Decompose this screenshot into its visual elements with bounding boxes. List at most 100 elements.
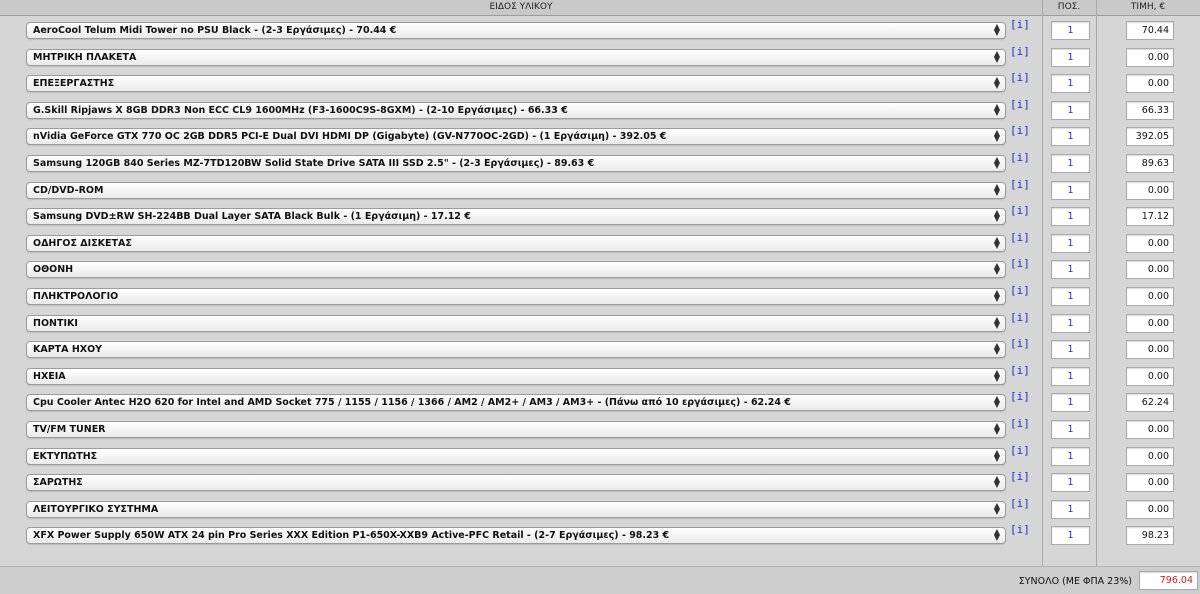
quantity-input[interactable]: 1 <box>1051 21 1090 40</box>
info-link[interactable]: [i] <box>1010 257 1030 270</box>
quantity-input[interactable]: 1 <box>1051 233 1090 253</box>
total-bar: ΣΥΝΟΛΟ (ΜΕ ΦΠΑ 23%) 796.04 <box>0 567 1200 594</box>
updown-arrows-icon: ▲ ▼ <box>993 208 1000 224</box>
info-link[interactable]: [i] <box>1010 444 1030 457</box>
component-select[interactable]: ΗΧΕΙΑ ▲ ▼ <box>26 367 1006 385</box>
price-field: 0.00 <box>1126 473 1174 493</box>
component-row: CD/DVD-ROM ▲ ▼ [i] 1 0.00 <box>0 177 1200 204</box>
component-select[interactable]: ΕΚΤΥΠΩΤΗΣ ▲ ▼ <box>26 447 1006 465</box>
info-link[interactable]: [i] <box>1010 390 1030 403</box>
updown-arrows-icon: ▲ ▼ <box>993 234 1000 250</box>
info-link[interactable]: [i] <box>1010 231 1030 244</box>
component-select[interactable]: ΛΕΙΤΟΥΡΓΙΚΟ ΣΥΣΤΗΜΑ ▲ ▼ <box>26 500 1006 518</box>
info-link[interactable]: [i] <box>1010 284 1030 297</box>
price-field: 17.12 <box>1126 207 1174 227</box>
component-select-value: TV/FM TUNER <box>33 424 106 435</box>
component-select[interactable]: G.Skill Ripjaws X 8GB DDR3 Non ECC CL9 1… <box>26 101 1006 119</box>
updown-arrows-icon: ▲ ▼ <box>993 500 1000 516</box>
quantity-input[interactable]: 1 <box>1051 446 1090 466</box>
component-select[interactable]: ΕΠΕΞΕΡΓΑΣΤΗΣ ▲ ▼ <box>26 75 1006 93</box>
component-select-value: ΗΧΕΙΑ <box>33 370 66 382</box>
component-select-value: ΚΑΡΤΑ ΗΧΟΥ <box>33 344 103 356</box>
component-row: ΚΑΡΤΑ ΗΧΟΥ ▲ ▼ [i] 1 0.00 <box>0 336 1200 363</box>
quantity-input[interactable]: 1 <box>1051 260 1090 280</box>
quantity-input[interactable]: 1 <box>1051 393 1090 413</box>
component-select-value: ΛΕΙΤΟΥΡΓΙΚΟ ΣΥΣΤΗΜΑ <box>33 503 159 515</box>
component-select[interactable]: Samsung 120GB 840 Series MZ-7TD120BW Sol… <box>26 155 1006 172</box>
info-link[interactable]: [i] <box>1010 311 1030 324</box>
quantity-input[interactable]: 1 <box>1051 420 1090 439</box>
updown-arrows-icon: ▲ ▼ <box>993 101 1000 117</box>
quantity-input[interactable]: 1 <box>1051 526 1090 546</box>
info-link[interactable]: [i] <box>1010 178 1030 191</box>
info-link[interactable]: [i] <box>1010 337 1030 350</box>
info-link[interactable]: [i] <box>1010 45 1030 58</box>
component-select[interactable]: CD/DVD-ROM ▲ ▼ <box>26 181 1006 199</box>
quantity-input[interactable]: 1 <box>1051 47 1090 67</box>
component-select[interactable]: ΣΑΡΩΤΗΣ ▲ ▼ <box>26 474 1006 492</box>
component-select[interactable]: ΟΔΗΓΟΣ ΔΙΣΚΕΤΑΣ ▲ ▼ <box>26 234 1006 252</box>
total-value-field: 796.04 <box>1139 571 1198 590</box>
price-field: 0.00 <box>1126 260 1174 280</box>
quantity-input[interactable]: 1 <box>1051 207 1090 227</box>
info-link[interactable]: [i] <box>1010 18 1030 31</box>
price-field: 66.33 <box>1126 100 1174 120</box>
component-select[interactable]: ΠΟΝΤΙΚΙ ▲ ▼ <box>26 314 1006 332</box>
component-select-value: G.Skill Ripjaws X 8GB DDR3 Non ECC CL9 1… <box>33 104 568 116</box>
updown-arrows-icon: ▲ ▼ <box>993 341 1000 357</box>
component-select[interactable]: TV/FM TUNER ▲ ▼ <box>26 421 1006 438</box>
quantity-input[interactable]: 1 <box>1051 127 1090 147</box>
component-select[interactable]: XFX Power Supply 650W ATX 24 pin Pro Ser… <box>26 527 1006 545</box>
component-select-value: Cpu Cooler Antec H2O 620 for Intel and A… <box>33 397 791 409</box>
updown-arrows-icon: ▲ ▼ <box>993 474 1000 490</box>
quantity-input[interactable]: 1 <box>1051 340 1090 360</box>
price-field: 89.63 <box>1126 154 1174 173</box>
quantity-input[interactable]: 1 <box>1051 180 1090 200</box>
component-select[interactable]: AeroCool Telum Midi Tower no PSU Black -… <box>26 22 1006 39</box>
component-select-value: ΣΑΡΩΤΗΣ <box>33 477 83 489</box>
component-select[interactable]: ΜΗΤΡΙΚΗ ΠΛΑΚΕΤΑ ▲ ▼ <box>26 48 1006 66</box>
info-link[interactable]: [i] <box>1010 71 1030 84</box>
quantity-input[interactable]: 1 <box>1051 100 1090 120</box>
updown-arrows-icon: ▲ ▼ <box>993 394 1000 410</box>
component-select-value: Samsung DVD±RW SH-224BB Dual Layer SATA … <box>33 211 471 223</box>
quantity-input[interactable]: 1 <box>1051 499 1090 519</box>
component-row: ΕΠΕΞΕΡΓΑΣΤΗΣ ▲ ▼ [i] 1 0.00 <box>0 70 1200 97</box>
updown-arrows-icon: ▲ ▼ <box>993 48 1000 64</box>
component-select[interactable]: ΠΛΗΚΤΡΟΛΟΓΙΟ ▲ ▼ <box>26 288 1006 305</box>
info-link[interactable]: [i] <box>1010 364 1030 377</box>
quantity-input[interactable]: 1 <box>1051 313 1090 333</box>
info-link[interactable]: [i] <box>1010 124 1030 137</box>
price-field: 0.00 <box>1126 446 1174 466</box>
component-row: ΟΔΗΓΟΣ ΔΙΣΚΕΤΑΣ ▲ ▼ [i] 1 0.00 <box>0 230 1200 257</box>
quantity-input[interactable]: 1 <box>1051 473 1090 493</box>
updown-arrows-icon: ▲ ▼ <box>993 288 1000 303</box>
component-select[interactable]: ΚΑΡΤΑ ΗΧΟΥ ▲ ▼ <box>26 341 1006 359</box>
component-row: XFX Power Supply 650W ATX 24 pin Pro Ser… <box>0 522 1200 549</box>
info-link[interactable]: [i] <box>1010 523 1030 536</box>
updown-arrows-icon: ▲ ▼ <box>993 367 1000 383</box>
quantity-input[interactable]: 1 <box>1051 287 1090 306</box>
info-link[interactable]: [i] <box>1010 98 1030 111</box>
component-row: ΕΚΤΥΠΩΤΗΣ ▲ ▼ [i] 1 0.00 <box>0 443 1200 470</box>
info-link[interactable]: [i] <box>1010 470 1030 483</box>
component-select[interactable]: ΟΘΟΝΗ ▲ ▼ <box>26 261 1006 279</box>
price-field: 0.00 <box>1126 233 1174 253</box>
quantity-input[interactable]: 1 <box>1051 74 1090 94</box>
quantity-input[interactable]: 1 <box>1051 366 1090 386</box>
updown-arrows-icon: ▲ ▼ <box>993 75 1000 91</box>
info-link[interactable]: [i] <box>1010 151 1030 164</box>
updown-arrows-icon: ▲ ▼ <box>993 421 1000 436</box>
component-select[interactable]: Cpu Cooler Antec H2O 620 for Intel and A… <box>26 394 1006 412</box>
component-select[interactable]: Samsung DVD±RW SH-224BB Dual Layer SATA … <box>26 208 1006 226</box>
updown-arrows-icon: ▲ ▼ <box>993 314 1000 330</box>
price-field: 0.00 <box>1126 366 1174 386</box>
quantity-input[interactable]: 1 <box>1051 154 1090 173</box>
updown-arrows-icon: ▲ ▼ <box>993 155 1000 170</box>
info-link[interactable]: [i] <box>1010 497 1030 510</box>
info-link[interactable]: [i] <box>1010 204 1030 217</box>
component-row: Samsung DVD±RW SH-224BB Dual Layer SATA … <box>0 203 1200 230</box>
info-link[interactable]: [i] <box>1010 417 1030 430</box>
component-select[interactable]: nVidia GeForce GTX 770 OC 2GB DDR5 PCI-E… <box>26 128 1006 146</box>
price-field: 70.44 <box>1126 21 1174 40</box>
